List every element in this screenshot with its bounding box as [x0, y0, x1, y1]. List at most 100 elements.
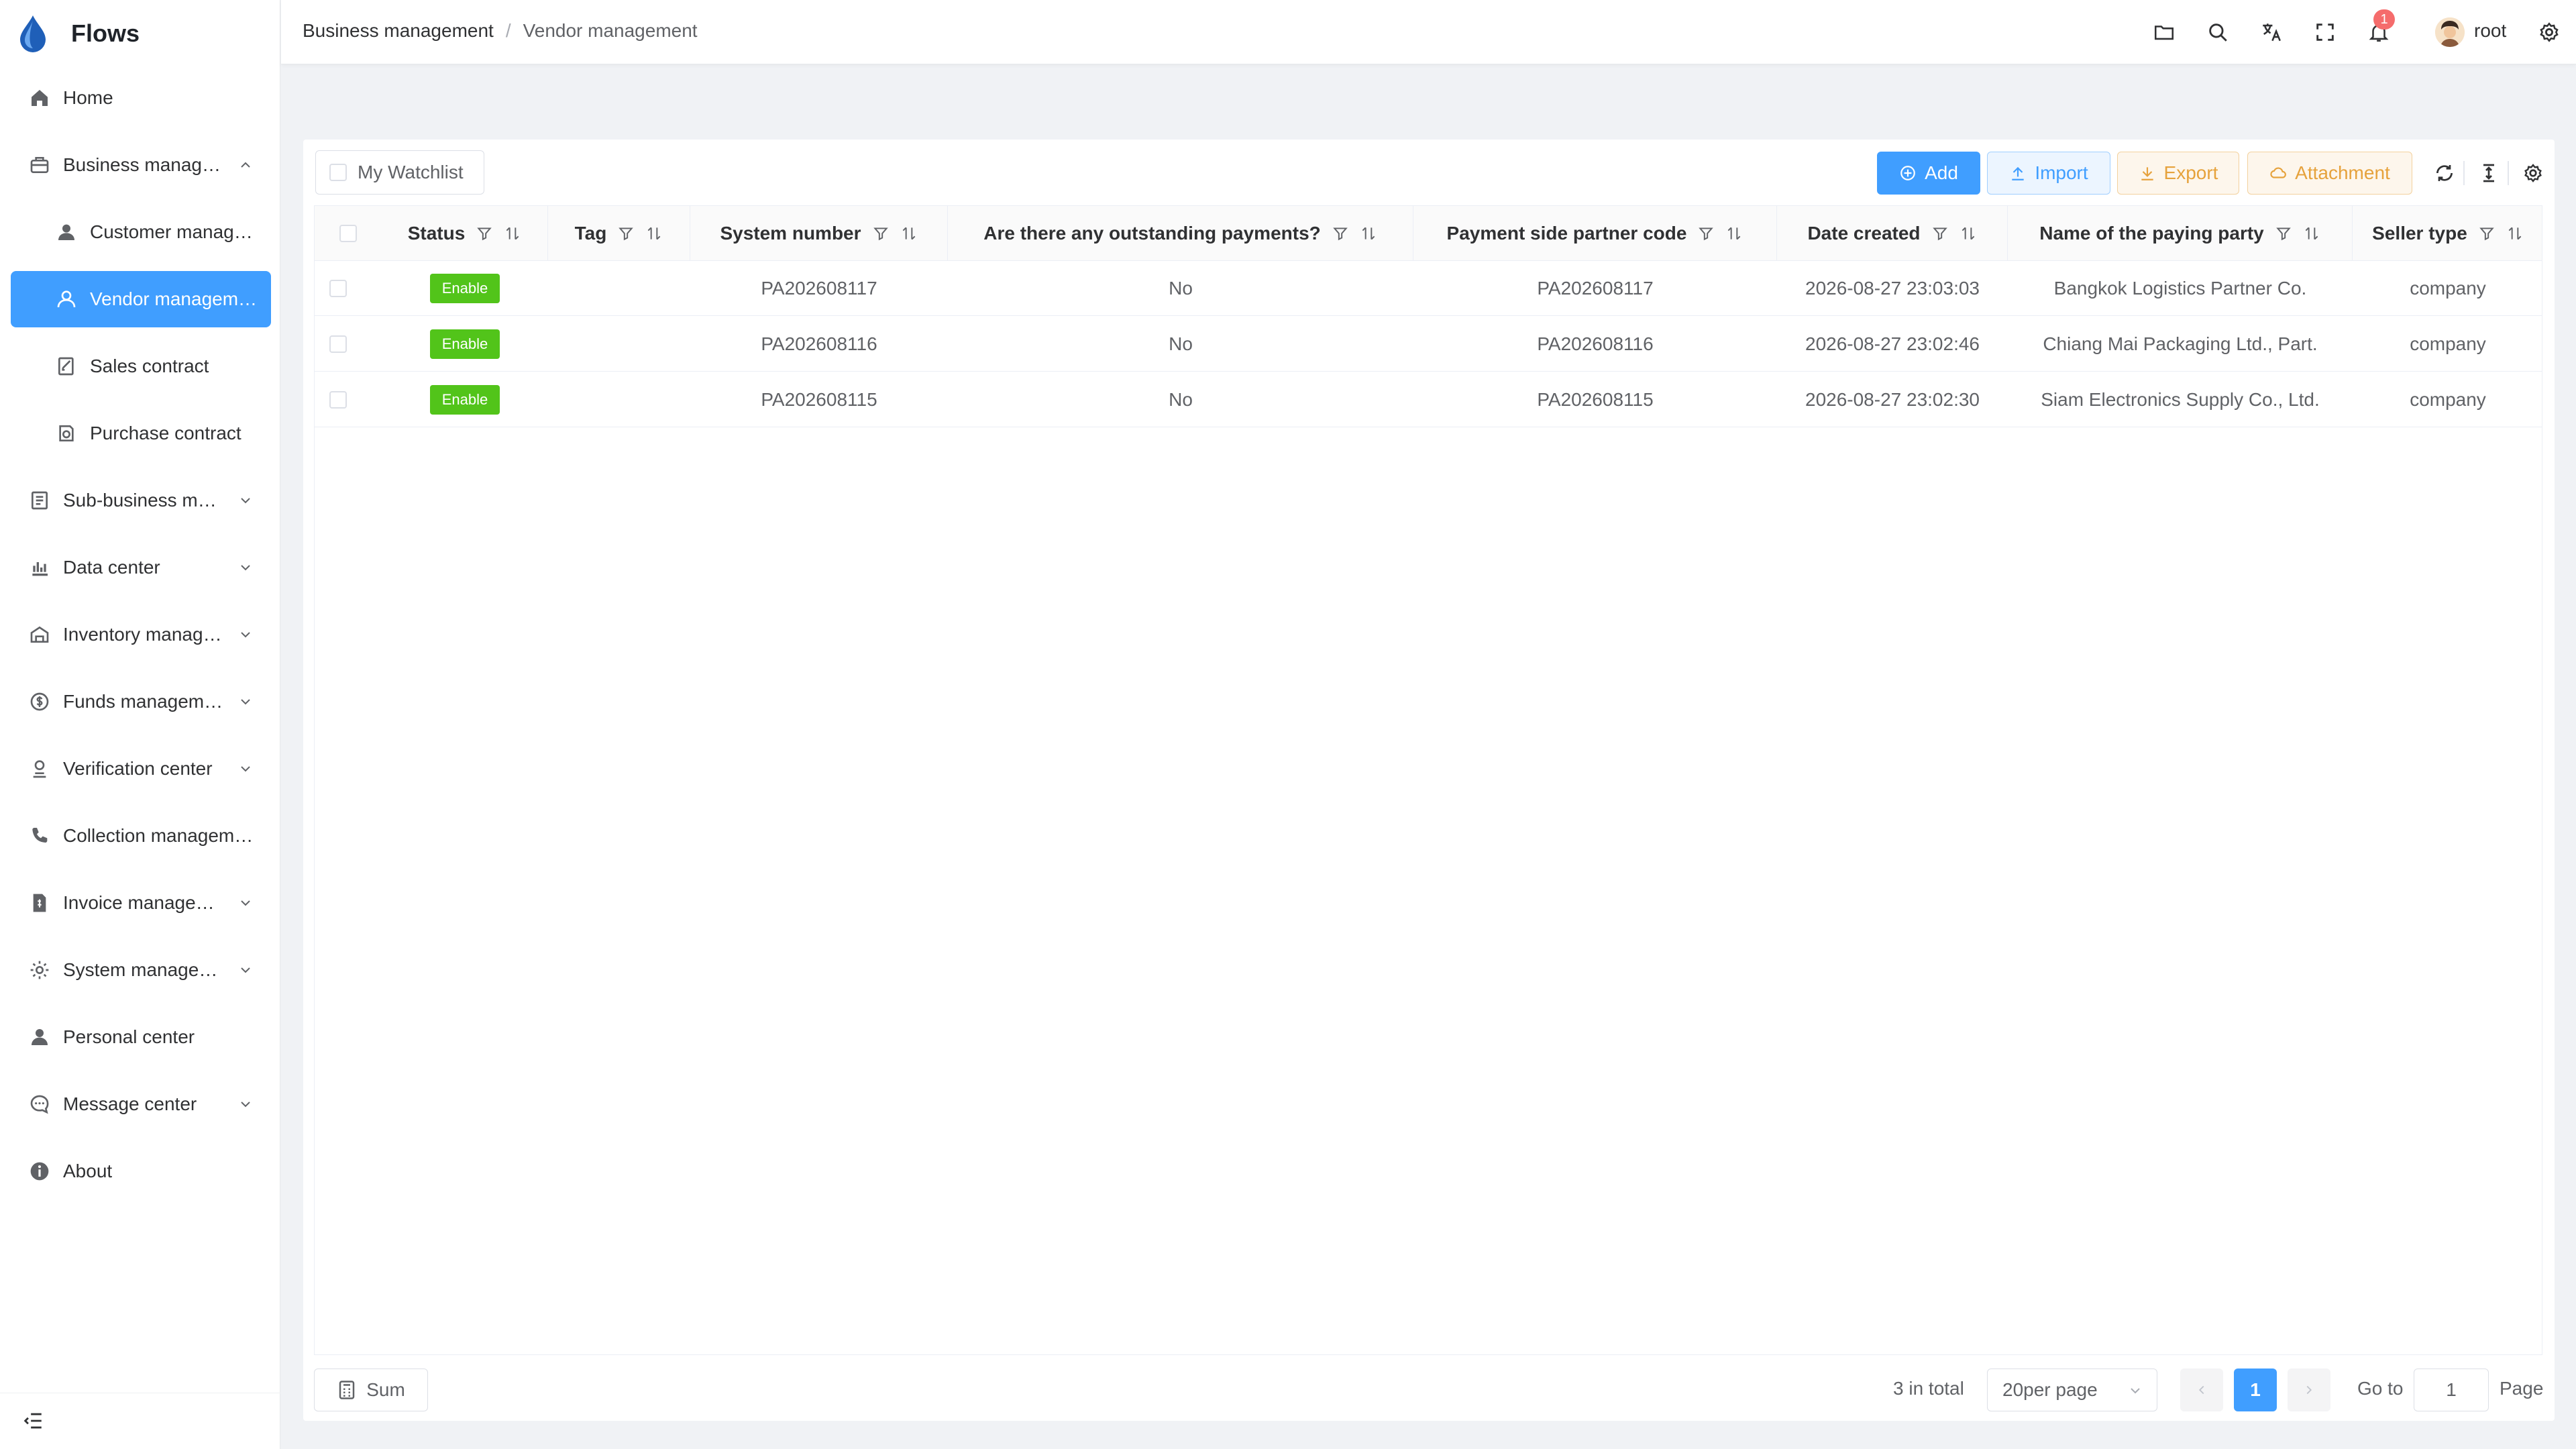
sort-icon[interactable] — [2303, 225, 2320, 242]
sidebar-collapse-toggle[interactable] — [0, 1393, 280, 1449]
column-settings-icon[interactable] — [2520, 160, 2546, 186]
goto-page-input[interactable] — [2414, 1368, 2489, 1411]
table-row[interactable]: Enable PA202608116 No PA202608116 2026-0… — [315, 317, 2542, 372]
sidebar-item-purchase-contract[interactable]: Purchase contract — [11, 405, 271, 462]
refresh-icon[interactable] — [2431, 160, 2458, 186]
calculator-icon — [339, 1381, 355, 1399]
coin-icon — [28, 690, 51, 713]
table-row[interactable]: Enable PA202608115 No PA202608115 2026-0… — [315, 372, 2542, 427]
edit-doc-icon — [55, 355, 78, 378]
filter-icon[interactable] — [872, 225, 890, 242]
my-watchlist-checkbox[interactable]: My Watchlist — [315, 150, 484, 195]
sidebar-item-collection[interactable]: Collection managem… — [11, 808, 271, 864]
page-suffix-label: Page — [2500, 1378, 2544, 1399]
column-header-system-number[interactable]: System number — [690, 206, 948, 261]
next-page-button[interactable] — [2288, 1368, 2330, 1411]
chevron-left-icon — [2198, 1385, 2204, 1395]
chevron-down-icon — [2131, 1388, 2140, 1394]
sidebar-item-verification[interactable]: Verification center — [11, 741, 271, 797]
row-checkbox[interactable] — [315, 317, 362, 372]
sidebar-item-system[interactable]: System manage… — [11, 942, 271, 998]
export-button[interactable]: Export — [2117, 152, 2239, 195]
select-all-checkbox[interactable] — [315, 206, 382, 261]
cell-seller-type: company — [2410, 333, 2486, 354]
chart-icon — [28, 556, 51, 579]
search-icon[interactable] — [2204, 19, 2231, 46]
sort-icon[interactable] — [645, 225, 663, 242]
folder-icon[interactable] — [2151, 19, 2178, 46]
sidebar-item-inventory[interactable]: Inventory manag… — [11, 606, 271, 663]
gear-icon — [28, 959, 51, 981]
column-header-paying-party[interactable]: Name of the paying party — [2008, 206, 2353, 261]
import-button[interactable]: Import — [1987, 152, 2110, 195]
page-size-value: 20per page — [2002, 1379, 2098, 1400]
sort-icon[interactable] — [1360, 225, 1377, 242]
sort-icon[interactable] — [1960, 225, 1977, 242]
attachment-button[interactable]: Attachment — [2247, 152, 2412, 195]
settings-gear-icon[interactable] — [2536, 19, 2563, 46]
sidebar-item-funds[interactable]: Funds managem… — [11, 674, 271, 730]
row-checkbox[interactable] — [315, 372, 362, 427]
translate-icon[interactable] — [2258, 19, 2285, 46]
sort-icon[interactable] — [2506, 225, 2524, 242]
breadcrumb-parent[interactable]: Business management — [303, 20, 494, 42]
column-header-status[interactable]: Status — [382, 206, 548, 261]
logo[interactable]: Flows — [15, 15, 140, 52]
table-header: Status Tag System number Are there any o… — [315, 206, 2542, 261]
sort-icon[interactable] — [1725, 225, 1743, 242]
filter-icon[interactable] — [1332, 225, 1349, 242]
sidebar-item-label: Customer manag… — [90, 221, 253, 242]
sidebar-item-label: Sales contract — [90, 356, 209, 376]
fullscreen-icon[interactable] — [2312, 19, 2339, 46]
row-checkbox[interactable] — [315, 261, 362, 316]
filter-icon[interactable] — [476, 225, 493, 242]
prev-page-button[interactable] — [2180, 1368, 2223, 1411]
sidebar-item-customer-management[interactable]: Customer manag… — [11, 204, 271, 260]
page-size-select[interactable]: 20per page — [1987, 1368, 2157, 1411]
sidebar-item-data-center[interactable]: Data center — [11, 539, 271, 596]
column-label: Date created — [1807, 223, 1921, 244]
column-header-outstanding-payments[interactable]: Are there any outstanding payments? — [948, 206, 1413, 261]
cell-tag — [548, 317, 690, 372]
sidebar-item-business-management[interactable]: Business manag… — [11, 137, 271, 193]
watchlist-label: My Watchlist — [358, 162, 464, 182]
column-header-partner-code[interactable]: Payment side partner code — [1413, 206, 1777, 261]
filter-icon[interactable] — [2478, 225, 2496, 242]
import-label: Import — [2035, 162, 2088, 183]
avatar[interactable] — [2435, 17, 2465, 47]
filter-icon[interactable] — [617, 225, 635, 242]
sort-icon[interactable] — [900, 225, 918, 242]
column-header-tag[interactable]: Tag — [548, 206, 690, 261]
sidebar-item-about[interactable]: About — [11, 1143, 271, 1199]
filter-icon[interactable] — [2275, 225, 2292, 242]
breadcrumb: Business management / Vendor management — [303, 20, 698, 42]
sidebar-item-sub-business[interactable]: Sub-business m… — [11, 472, 271, 529]
column-header-date-created[interactable]: Date created — [1777, 206, 2008, 261]
chevron-down-icon — [241, 632, 250, 638]
table-row[interactable]: Enable PA202608117 No PA202608117 2026-0… — [315, 261, 2542, 316]
sidebar-item-invoice[interactable]: Invoice manage… — [11, 875, 271, 931]
cell-partner-code: PA202608116 — [1537, 333, 1654, 354]
sum-button[interactable]: Sum — [314, 1368, 428, 1411]
column-header-seller-type[interactable]: Seller type — [2353, 206, 2542, 261]
username[interactable]: root — [2474, 20, 2506, 42]
sidebar-item-message[interactable]: Message center — [11, 1076, 271, 1132]
warehouse-icon — [28, 623, 51, 646]
status-badge: Enable — [429, 329, 500, 359]
column-height-icon[interactable] — [2475, 160, 2502, 186]
sidebar-item-home[interactable]: Home — [11, 70, 271, 126]
export-label: Export — [2163, 162, 2218, 183]
sidebar-item-vendor-management[interactable]: Vendor managem… — [11, 271, 271, 327]
page-number-current[interactable]: 1 — [2234, 1368, 2277, 1411]
status-badge: Enable — [429, 385, 500, 415]
filter-icon[interactable] — [1931, 225, 1949, 242]
sidebar-item-personal[interactable]: Personal center — [11, 1009, 271, 1065]
chevron-down-icon — [241, 967, 250, 973]
toolbar-divider — [2463, 161, 2465, 185]
sort-icon[interactable] — [504, 225, 521, 242]
checkbox-box — [329, 164, 347, 181]
filter-icon[interactable] — [1697, 225, 1715, 242]
sidebar-item-label: About — [63, 1161, 113, 1181]
add-button[interactable]: Add — [1877, 152, 1980, 195]
sidebar-item-sales-contract[interactable]: Sales contract — [11, 338, 271, 394]
